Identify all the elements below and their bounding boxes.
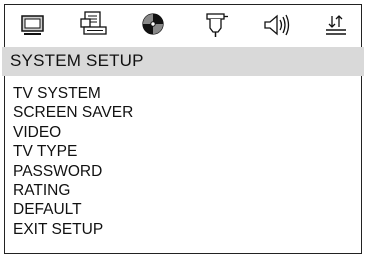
menu-item-tv-type[interactable]: TV TYPE: [13, 142, 133, 161]
menu-item-tv-system[interactable]: TV SYSTEM: [13, 84, 133, 103]
menu-item-password[interactable]: PASSWORD: [13, 162, 133, 181]
page-title: SYSTEM SETUP: [10, 51, 144, 70]
menu-item-exit-setup[interactable]: EXIT SETUP: [13, 220, 133, 239]
exit-arrows-icon[interactable]: [316, 7, 356, 43]
page-title-bar: SYSTEM SETUP: [2, 47, 364, 76]
speaker-icon[interactable]: [256, 7, 296, 43]
language-page-icon[interactable]: [72, 7, 112, 43]
setup-category-bar: [10, 7, 360, 43]
menu-item-default[interactable]: DEFAULT: [13, 200, 133, 219]
tv-monitor-icon[interactable]: [12, 7, 52, 43]
audio-disc-icon[interactable]: [133, 7, 173, 43]
menu-item-rating[interactable]: RATING: [13, 181, 133, 200]
menu-item-video[interactable]: VIDEO: [13, 123, 133, 142]
menu-item-screen-saver[interactable]: SCREEN SAVER: [13, 103, 133, 122]
video-plug-icon[interactable]: [196, 7, 236, 43]
setup-menu-list: TV SYSTEM SCREEN SAVER VIDEO TV TYPE PAS…: [13, 84, 133, 239]
